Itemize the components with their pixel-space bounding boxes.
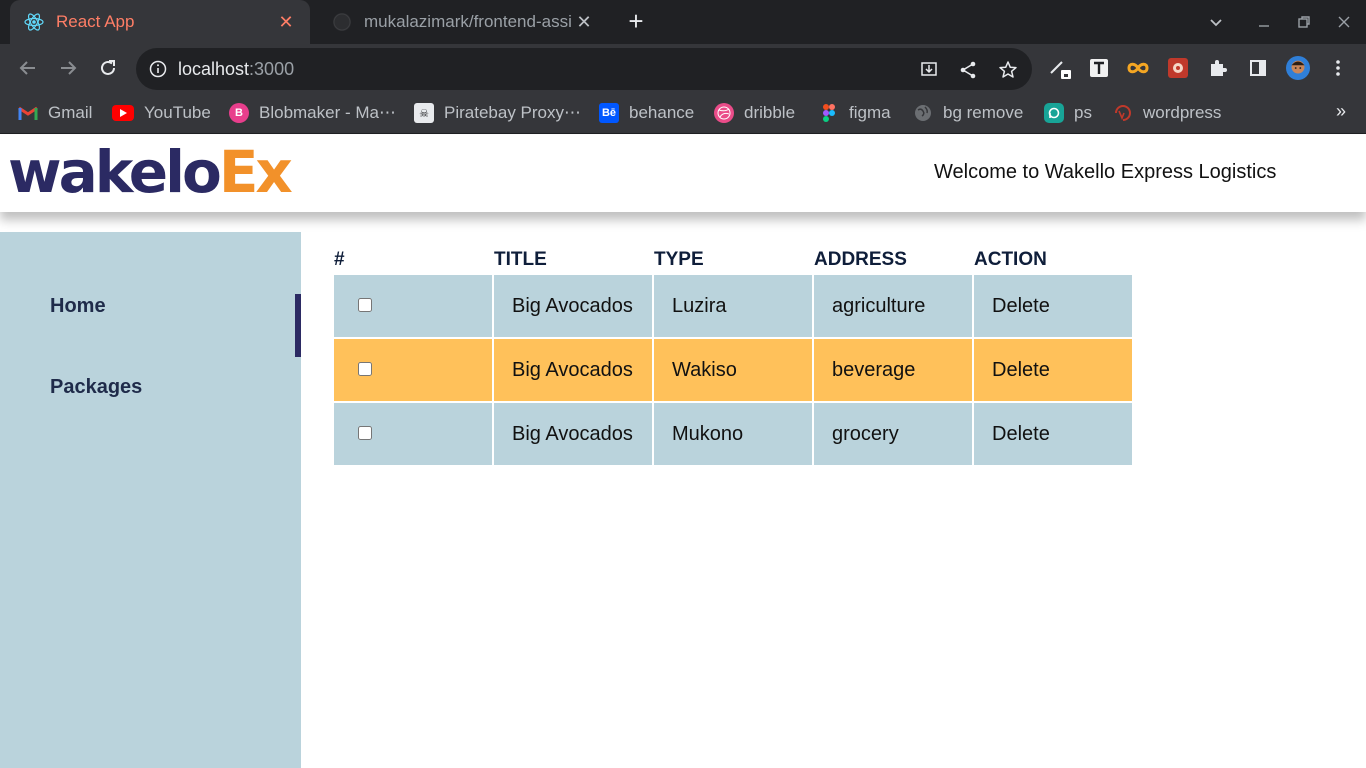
bookmark-behance[interactable]: Bē behance (599, 101, 694, 125)
bookmark-youtube[interactable]: YouTube (112, 101, 211, 125)
bookmark-gmail[interactable]: Gmail (18, 101, 92, 125)
figma-icon (819, 103, 839, 123)
red-extension-icon[interactable] (1166, 56, 1190, 80)
tab-close-icon[interactable]: ✕ (276, 12, 296, 32)
url-text: localhost:3000 (178, 59, 295, 79)
sidebar: Home Packages (0, 232, 301, 768)
globe-icon (913, 103, 933, 123)
bookmark-piratebay[interactable]: ☠ Piratebay Proxy⋯ (414, 101, 581, 125)
wakeloex-logo[interactable]: wakeloEx (8, 139, 293, 205)
bookmark-dribbble[interactable]: dribble (714, 101, 795, 125)
tab-search-icon[interactable] (1204, 10, 1228, 34)
tab-react-app[interactable]: React App ✕ (10, 0, 310, 44)
column-header-address: ADDRESS (814, 249, 907, 270)
packages-table: # TITLE TYPE ADDRESS ACTION Big Avocados… (332, 244, 1134, 467)
tab-github[interactable]: mukalazimark/frontend-assi ✕ (318, 0, 608, 44)
site-info-icon[interactable] (148, 59, 168, 79)
delete-button[interactable]: Delete (974, 403, 1132, 465)
table-row: Big Avocados Wakiso beverage Delete (334, 339, 1132, 401)
app-header: wakeloEx Welcome to Wakello Express Logi… (0, 135, 1366, 212)
type-cell: Mukono (654, 403, 812, 465)
column-header-number: # (334, 249, 345, 270)
bookmarks-overflow-icon[interactable]: » (1336, 101, 1346, 122)
delete-button[interactable]: Delete (974, 275, 1132, 337)
bookmark-blobmaker[interactable]: B Blobmaker - Ma⋯ (229, 101, 396, 125)
address-cell: grocery (814, 403, 972, 465)
new-tab-icon[interactable]: + (624, 8, 648, 34)
bookmark-figma[interactable]: figma (819, 101, 891, 125)
github-icon (332, 12, 352, 32)
forward-icon[interactable] (56, 56, 80, 80)
column-header-action: ACTION (974, 249, 1047, 270)
text-extension-icon[interactable] (1087, 56, 1111, 80)
close-window-icon[interactable] (1332, 10, 1356, 34)
bookmark-star-icon[interactable] (997, 59, 1019, 81)
title-cell: Big Avocados (494, 403, 652, 465)
row-checkbox[interactable] (358, 425, 372, 440)
bookmark-wordpress[interactable]: wordpress (1113, 101, 1221, 125)
bookmarks-bar: Gmail YouTube B Blobmaker - Ma⋯ ☠ Pirate… (0, 92, 1366, 134)
table-row: Big Avocados Luzira agriculture Delete (334, 275, 1132, 337)
gmail-icon (18, 103, 38, 123)
react-icon (24, 12, 44, 32)
dribbble-icon (714, 103, 734, 123)
photopea-icon (1044, 103, 1064, 123)
pen-extension-icon[interactable] (1048, 56, 1072, 80)
table-header-row: # TITLE TYPE ADDRESS ACTION (334, 246, 1132, 273)
sidebar-item-packages[interactable]: Packages (50, 376, 142, 399)
infinity-extension-icon[interactable] (1126, 56, 1150, 80)
behance-icon: Bē (599, 103, 619, 123)
sidebar-item-home[interactable]: Home (50, 295, 106, 318)
title-cell: Big Avocados (494, 275, 652, 337)
delete-button[interactable]: Delete (974, 339, 1132, 401)
row-checkbox[interactable] (358, 361, 372, 376)
side-panel-icon[interactable] (1246, 56, 1270, 80)
extensions-puzzle-icon[interactable] (1206, 56, 1230, 80)
address-cell: agriculture (814, 275, 972, 337)
profile-avatar[interactable] (1286, 56, 1310, 80)
minimize-icon[interactable] (1252, 10, 1276, 34)
active-indicator (295, 294, 301, 357)
blobmaker-icon: B (229, 103, 249, 123)
tab-close-icon[interactable]: ✕ (574, 12, 594, 32)
table-row: Big Avocados Mukono grocery Delete (334, 403, 1132, 465)
wordpress-icon (1113, 103, 1133, 123)
back-icon[interactable] (16, 56, 40, 80)
restore-icon[interactable] (1292, 10, 1316, 34)
row-checkbox[interactable] (358, 297, 372, 312)
welcome-text: Welcome to Wakello Express Logistics (934, 161, 1277, 183)
install-app-icon[interactable] (918, 59, 940, 81)
tab-title: React App (56, 12, 135, 31)
tab-strip: React App ✕ mukalazimark/frontend-assi ✕… (0, 0, 1366, 44)
menu-kebab-icon[interactable] (1326, 56, 1350, 80)
browser-toolbar: localhost:3000 (0, 44, 1366, 92)
row-select-cell (334, 275, 492, 337)
type-cell: Luzira (654, 275, 812, 337)
bookmark-ps[interactable]: ps (1044, 101, 1092, 125)
column-header-type: TYPE (654, 249, 704, 270)
share-icon[interactable] (957, 59, 979, 81)
row-select-cell (334, 339, 492, 401)
reload-icon[interactable] (96, 56, 120, 80)
address-bar[interactable]: localhost:3000 (136, 48, 1032, 90)
piratebay-icon: ☠ (414, 103, 434, 123)
column-header-title: TITLE (494, 249, 547, 270)
row-select-cell (334, 403, 492, 465)
title-cell: Big Avocados (494, 339, 652, 401)
type-cell: Wakiso (654, 339, 812, 401)
tab-title: mukalazimark/frontend-assi (364, 12, 572, 31)
address-cell: beverage (814, 339, 972, 401)
bookmark-bg-remove[interactable]: bg remove (913, 101, 1023, 125)
youtube-icon (112, 105, 134, 121)
